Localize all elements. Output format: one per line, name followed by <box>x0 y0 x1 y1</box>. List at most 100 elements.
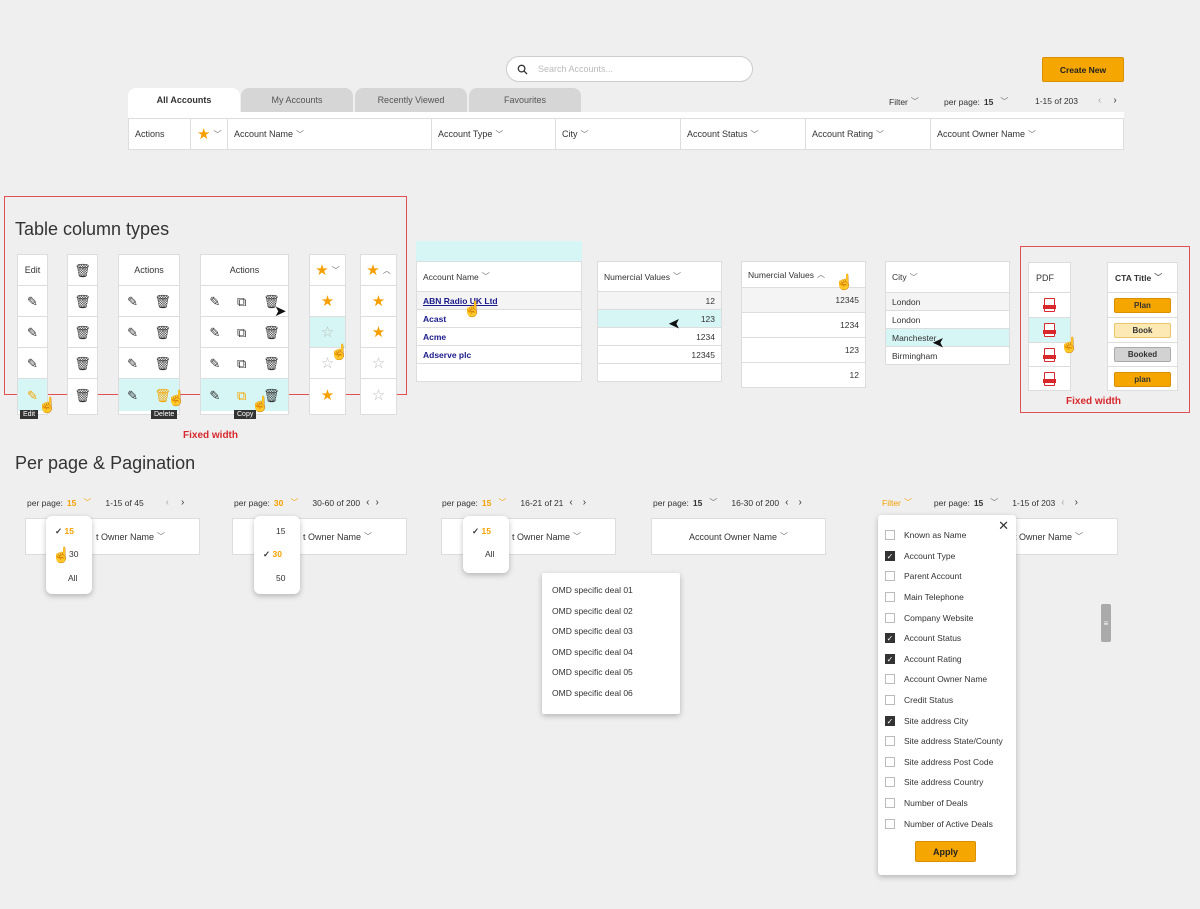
edit-icon[interactable]: ✎ <box>127 295 138 308</box>
col-header[interactable]: Numercial Values ﹀ <box>598 262 721 292</box>
trash-icon[interactable]: 🗑 <box>263 357 280 370</box>
prev-page-icon[interactable]: ‹ <box>1061 497 1064 508</box>
filter-button[interactable]: Filter ﹀ <box>889 96 919 107</box>
checkbox[interactable] <box>885 736 895 747</box>
checkbox[interactable] <box>885 798 895 809</box>
col-favourite[interactable]: ★ ﹀ <box>191 119 228 149</box>
tab-recently-viewed[interactable]: Recently Viewed <box>355 88 467 112</box>
filter-option[interactable]: Number of Active Deals <box>878 813 1016 834</box>
scroll-handle[interactable]: ≡ <box>1101 604 1111 642</box>
checkbox[interactable]: ✓ <box>885 715 895 726</box>
booked-button[interactable]: Booked <box>1114 347 1171 362</box>
per-page-select[interactable]: per page: 15 ﹀ <box>944 96 1008 107</box>
plan-button[interactable]: Plan <box>1114 297 1171 313</box>
next-page-icon[interactable]: › <box>1113 95 1116 106</box>
book-button[interactable]: Book <box>1114 322 1171 338</box>
col-city[interactable]: City ﹀ <box>556 119 681 149</box>
search-field[interactable]: Search Accounts... <box>506 56 753 82</box>
edit-icon[interactable]: ✎ <box>27 326 38 339</box>
trash-icon[interactable]: 🗑 <box>74 357 91 370</box>
checkbox[interactable]: ✓ <box>885 653 895 664</box>
chevron-down-icon[interactable]: ﹀ <box>709 497 717 508</box>
chevron-down-icon[interactable]: ﹀ <box>498 497 506 508</box>
prev-page-icon[interactable]: ‹ <box>366 497 369 508</box>
next-page-icon[interactable]: › <box>375 497 378 508</box>
apply-button[interactable]: Apply <box>915 841 976 862</box>
next-page-icon[interactable]: › <box>798 497 801 508</box>
col-account-status[interactable]: Account Status ﹀ <box>681 119 806 149</box>
account-link[interactable]: Acast <box>423 314 446 324</box>
trash-icon[interactable]: 🗑 <box>74 326 91 339</box>
trash-icon[interactable]: 🗑 <box>154 295 171 308</box>
edit-icon[interactable]: ✎ <box>127 389 138 402</box>
col-account-name[interactable]: Account Name ﹀ <box>228 119 432 149</box>
per-page-select[interactable]: 30 <box>274 498 283 508</box>
filter-option[interactable]: Main Telephone <box>878 587 1016 608</box>
checkbox[interactable]: ✓ <box>885 550 895 561</box>
option[interactable]: All <box>68 573 77 583</box>
filter-option[interactable]: ✓ Site address City <box>878 710 1016 731</box>
checkbox[interactable] <box>885 818 895 829</box>
checkbox[interactable] <box>885 674 895 685</box>
edit-icon[interactable]: ✎ <box>127 326 138 339</box>
chevron-down-icon[interactable]: ﹀ <box>332 265 340 276</box>
trash-icon[interactable]: 🗑 <box>263 326 280 339</box>
chevron-down-icon[interactable]: ﹀ <box>290 497 298 508</box>
account-link[interactable]: ABN Radio UK Ltd <box>423 296 498 306</box>
search-input[interactable]: Search Accounts... <box>538 64 613 74</box>
checkbox[interactable] <box>885 612 895 623</box>
checkbox[interactable] <box>885 530 895 541</box>
option-selected[interactable]: ✓ 15 <box>55 526 74 537</box>
trash-icon[interactable]: 🗑 <box>74 295 91 308</box>
star-outline-icon[interactable]: ☆ <box>321 323 334 341</box>
per-page-select[interactable]: 15 <box>974 498 983 508</box>
prev-page-icon[interactable]: ‹ <box>569 497 572 508</box>
copy-icon[interactable]: ⧉ <box>237 295 246 308</box>
col-header[interactable]: Account Name ﹀ <box>417 262 581 292</box>
star-icon[interactable]: ★ <box>372 292 385 310</box>
trash-icon[interactable]: 🗑 <box>154 357 171 370</box>
checkbox[interactable] <box>885 592 895 603</box>
filter-option[interactable]: Number of Deals <box>878 793 1016 814</box>
account-link[interactable]: Acme <box>423 332 446 342</box>
per-page-select[interactable]: 15 <box>67 498 76 508</box>
next-page-icon[interactable]: › <box>181 497 184 508</box>
checkbox[interactable] <box>885 695 895 706</box>
filter-option[interactable]: ✓ Account Rating <box>878 649 1016 670</box>
edit-icon[interactable]: ✎ <box>209 389 220 402</box>
option-selected[interactable]: ✓ 30 <box>263 549 282 560</box>
col-account-rating[interactable]: Account Rating ﹀ <box>806 119 931 149</box>
create-new-button[interactable]: Create New <box>1042 57 1124 82</box>
trash-icon[interactable]: 🗑 <box>154 326 171 339</box>
account-link[interactable]: Adserve plc <box>423 350 471 360</box>
star-icon[interactable]: ★ <box>321 386 334 404</box>
filter-option[interactable]: Site address State/County <box>878 731 1016 752</box>
filter-option[interactable]: Credit Status <box>878 690 1016 711</box>
chevron-down-icon[interactable]: ﹀ <box>904 497 912 508</box>
edit-icon[interactable]: ✎ <box>127 357 138 370</box>
copy-icon[interactable]: ⧉ <box>237 326 246 339</box>
next-page-icon[interactable]: › <box>1075 497 1078 508</box>
edit-icon[interactable]: ✎ <box>209 295 220 308</box>
filter-option[interactable]: Company Website <box>878 607 1016 628</box>
checkbox[interactable] <box>885 777 895 788</box>
filter-button[interactable]: Filter <box>882 498 901 508</box>
edit-icon[interactable]: ✎ <box>27 295 38 308</box>
edit-icon[interactable]: ✎ <box>27 357 38 370</box>
tab-my-accounts[interactable]: My Accounts <box>241 88 353 112</box>
deal-option[interactable]: OMD specific deal 02 <box>542 606 680 627</box>
filter-option[interactable]: Site address Country <box>878 772 1016 793</box>
table-header-mini[interactable]: Account Owner Name ﹀ <box>651 518 826 555</box>
checkbox[interactable] <box>885 571 895 582</box>
per-page-select[interactable]: 15 <box>482 498 491 508</box>
chevron-down-icon[interactable]: ﹀ <box>990 497 998 508</box>
option-selected[interactable]: ✓ 15 <box>472 526 491 537</box>
option[interactable]: 15 <box>276 526 285 536</box>
prev-page-icon[interactable]: ‹ <box>785 497 788 508</box>
option[interactable]: All <box>485 549 494 559</box>
filter-option[interactable]: Site address Post Code <box>878 752 1016 773</box>
prev-page-icon[interactable]: ‹ <box>1098 95 1101 106</box>
star-outline-icon[interactable]: ☆ <box>372 354 385 372</box>
deal-option[interactable]: OMD specific deal 06 <box>542 688 680 709</box>
trash-icon[interactable]: 🗑 <box>74 389 91 402</box>
